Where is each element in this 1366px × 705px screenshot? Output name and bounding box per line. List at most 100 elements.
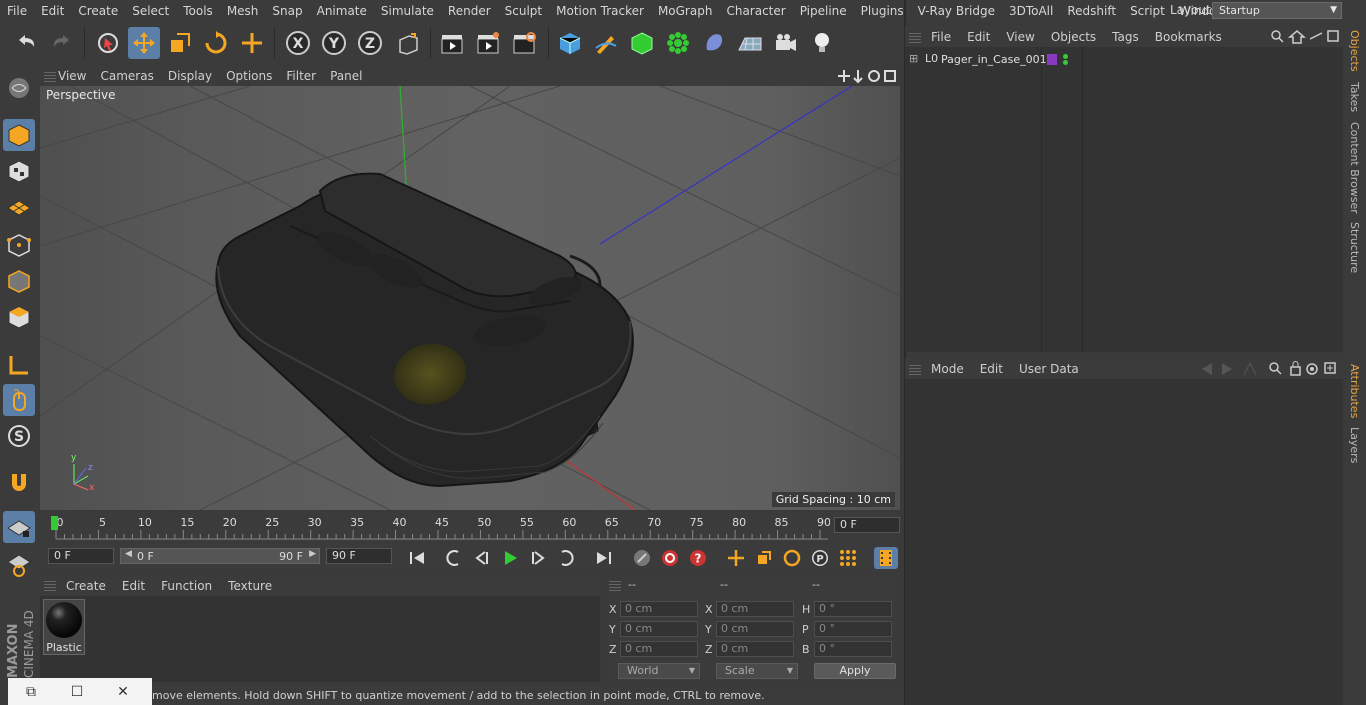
tab-structure[interactable]: Structure xyxy=(1348,222,1361,273)
playhead[interactable] xyxy=(51,516,58,530)
menu-tools[interactable]: Tools xyxy=(176,4,220,18)
object-menu-tags[interactable]: Tags xyxy=(1112,30,1139,44)
viewport-menu-cameras[interactable]: Cameras xyxy=(100,69,153,83)
z-axis-button[interactable]: Z xyxy=(354,27,386,59)
menu-plugins[interactable]: Plugins xyxy=(854,4,911,18)
light-button[interactable] xyxy=(806,27,838,59)
pos-y-field[interactable]: 0 cm xyxy=(620,621,698,637)
menu-redshift[interactable]: Redshift xyxy=(1060,4,1123,18)
object-menu-view[interactable]: View xyxy=(1006,30,1034,44)
timeline-window-button[interactable] xyxy=(874,547,898,569)
menu-simulate[interactable]: Simulate xyxy=(374,4,441,18)
workplane-lock-button[interactable] xyxy=(3,511,35,543)
tab-attributes[interactable]: Attributes xyxy=(1348,364,1361,418)
subdivision-button[interactable] xyxy=(626,27,658,59)
rotate-button[interactable] xyxy=(200,27,232,59)
material-grip[interactable] xyxy=(44,579,56,591)
edges-mode-button[interactable] xyxy=(3,265,35,297)
editor-visibility-dot[interactable] xyxy=(1063,54,1068,59)
tab-takes[interactable]: Takes xyxy=(1348,82,1361,112)
tab-content-browser[interactable]: Content Browser xyxy=(1348,122,1361,214)
coords-grip[interactable] xyxy=(609,579,621,591)
keyframe-selection-button[interactable]: ? xyxy=(686,547,710,569)
menu-character[interactable]: Character xyxy=(719,4,792,18)
camera-button[interactable] xyxy=(770,27,802,59)
object-menu-file[interactable]: File xyxy=(931,30,951,44)
attribute-menu-edit[interactable]: Edit xyxy=(980,362,1003,376)
menu-mesh[interactable]: Mesh xyxy=(220,4,266,18)
undo-button[interactable] xyxy=(10,27,42,59)
viewport-grip[interactable] xyxy=(44,70,56,82)
render-view-button[interactable] xyxy=(436,27,468,59)
expand-plus-icon[interactable]: ⊞ xyxy=(909,52,918,65)
menu-3dtoall[interactable]: 3DToAll xyxy=(1002,4,1060,18)
tab-objects[interactable]: Objects xyxy=(1348,30,1361,72)
timeline-ruler[interactable]: 0 5 10 15 20 25 30 35 40 45 50 55 60 65 70 75 80 85 90 xyxy=(40,512,900,544)
viewport-menu-view[interactable]: View xyxy=(58,69,86,83)
transform-button[interactable] xyxy=(236,27,268,59)
render-picture-viewer-button[interactable] xyxy=(472,27,504,59)
size-mode-select[interactable]: Scale ▼ xyxy=(716,663,798,679)
menu-script[interactable]: Script xyxy=(1123,4,1172,18)
texture-mode-button[interactable] xyxy=(3,155,35,187)
next-frame-button[interactable] xyxy=(526,547,550,569)
pos-z-field[interactable]: 0 cm xyxy=(620,641,698,657)
frame-range-slider[interactable]: ◀ 0 F 90 F ▶ xyxy=(120,548,320,564)
axis-mode-button[interactable] xyxy=(3,349,35,381)
menu-v-ray-bridge[interactable]: V-Ray Bridge xyxy=(911,4,1002,18)
menu-select[interactable]: Select xyxy=(125,4,176,18)
floor-button[interactable] xyxy=(734,27,766,59)
menu-edit[interactable]: Edit xyxy=(34,4,71,18)
close-icon[interactable]: ✕ xyxy=(100,684,146,700)
layout-select[interactable]: Startup ▼ xyxy=(1212,2,1342,19)
viewport-menu-panel[interactable]: Panel xyxy=(330,69,362,83)
attribute-menu-user-data[interactable]: User Data xyxy=(1019,362,1079,376)
end-frame-field[interactable]: 90 F xyxy=(326,548,392,564)
previous-keyframe-button[interactable] xyxy=(442,547,466,569)
rot-b-field[interactable]: 0 ° xyxy=(814,641,892,657)
go-to-start-button[interactable] xyxy=(405,547,429,569)
polygons-mode-button[interactable] xyxy=(3,301,35,333)
material-menu-edit[interactable]: Edit xyxy=(122,579,145,593)
viewport-menu-display[interactable]: Display xyxy=(168,69,212,83)
material-menu-create[interactable]: Create xyxy=(66,579,106,593)
menu-mograph[interactable]: MoGraph xyxy=(651,4,720,18)
scale-button[interactable] xyxy=(164,27,196,59)
key-pla-button[interactable] xyxy=(836,547,860,569)
tab-layers[interactable]: Layers xyxy=(1348,427,1361,463)
objects-grip[interactable] xyxy=(909,31,921,43)
previous-frame-button[interactable] xyxy=(470,547,494,569)
menu-animate[interactable]: Animate xyxy=(310,4,374,18)
menu-create[interactable]: Create xyxy=(71,4,125,18)
material-menu-texture[interactable]: Texture xyxy=(228,579,272,593)
rot-p-field[interactable]: 0 ° xyxy=(814,621,892,637)
attributes-grip[interactable] xyxy=(909,363,921,375)
pos-x-field[interactable]: 0 cm xyxy=(620,601,698,617)
autokey-button[interactable] xyxy=(658,547,682,569)
deformer-button[interactable] xyxy=(698,27,730,59)
x-axis-button[interactable]: X xyxy=(282,27,314,59)
menu-file[interactable]: File xyxy=(0,4,34,18)
key-rotation-button[interactable] xyxy=(780,547,804,569)
rot-h-field[interactable]: 0 ° xyxy=(814,601,892,617)
size-y-field[interactable]: 0 cm xyxy=(716,621,794,637)
play-button[interactable] xyxy=(498,547,522,569)
apply-button[interactable]: Apply xyxy=(814,663,896,679)
object-menu-bookmarks[interactable]: Bookmarks xyxy=(1155,30,1222,44)
3d-viewport[interactable]: y zx Perspective Grid Spacing : 10 cm xyxy=(40,86,900,510)
menu-pipeline[interactable]: Pipeline xyxy=(793,4,854,18)
snap-button[interactable] xyxy=(3,467,35,499)
render-visibility-dot[interactable] xyxy=(1063,60,1068,65)
next-keyframe-button[interactable] xyxy=(554,547,578,569)
live-selection-button[interactable] xyxy=(92,27,124,59)
record-keys-button[interactable] xyxy=(630,547,654,569)
viewport-menu-options[interactable]: Options xyxy=(226,69,272,83)
redo-button[interactable] xyxy=(46,27,78,59)
coordinate-space-select[interactable]: World ▼ xyxy=(618,663,700,679)
key-position-button[interactable] xyxy=(724,547,748,569)
workplane-align-button[interactable] xyxy=(3,549,35,581)
pen-button[interactable] xyxy=(590,27,622,59)
layer-color-swatch[interactable] xyxy=(1047,54,1057,65)
points-mode-button[interactable] xyxy=(3,229,35,261)
menu-sculpt[interactable]: Sculpt xyxy=(498,4,549,18)
